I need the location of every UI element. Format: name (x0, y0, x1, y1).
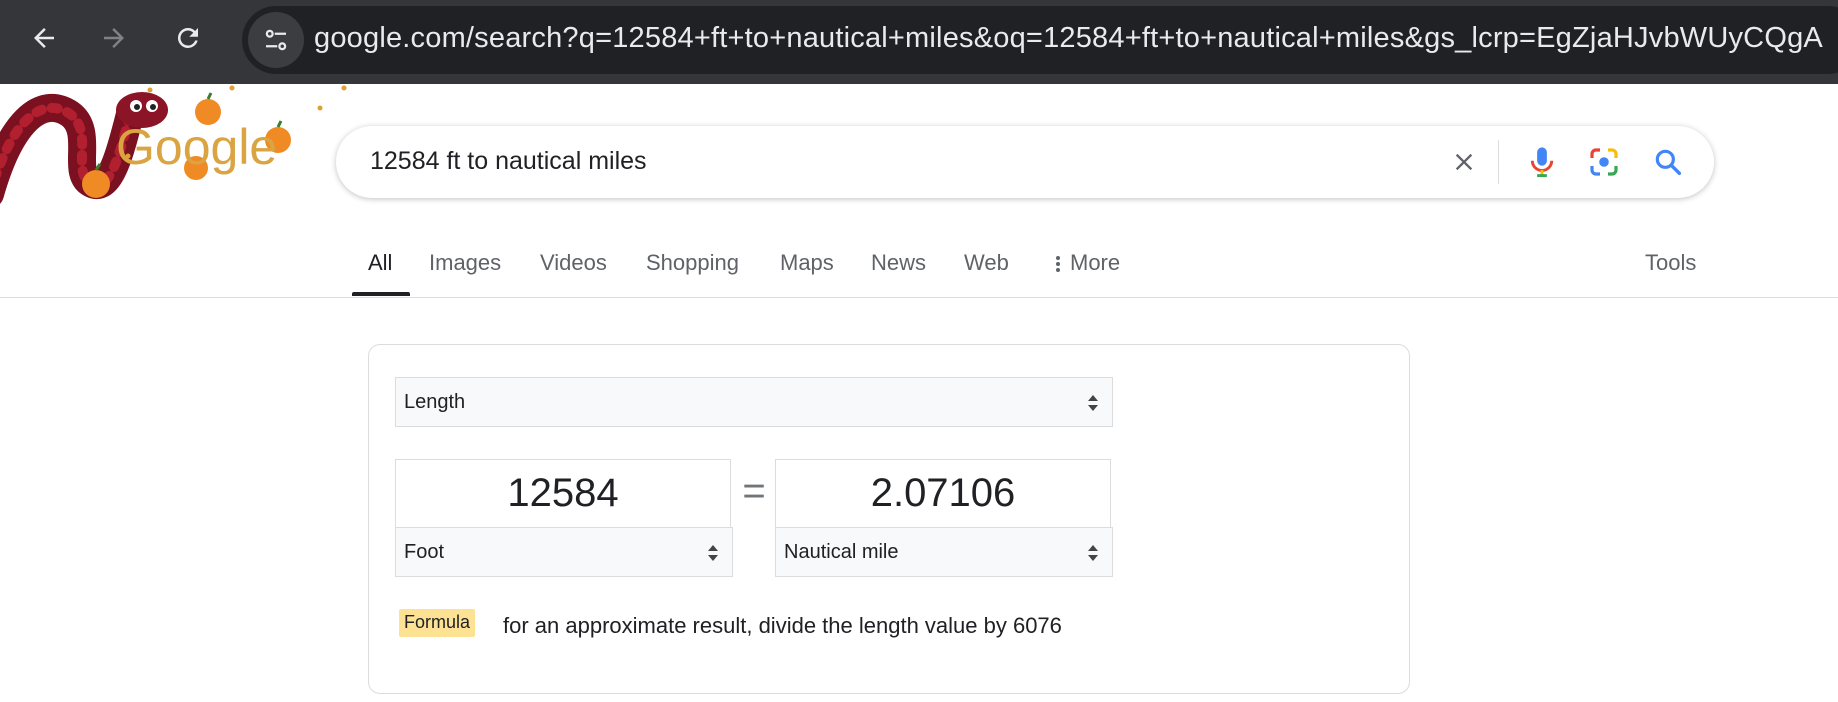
tab-maps[interactable]: Maps (780, 250, 834, 276)
from-value-input[interactable]: 12584 (395, 459, 731, 527)
reload-button[interactable] (158, 14, 218, 62)
more-vert-icon (1056, 254, 1060, 274)
url-text[interactable]: google.com/search?q=12584+ft+to+nautical… (314, 22, 1823, 55)
forward-button[interactable] (84, 14, 144, 62)
select-arrows-icon (1088, 545, 1098, 561)
from-unit-select[interactable]: Foot (395, 527, 733, 577)
active-tab-indicator (352, 292, 410, 296)
formula-badge: Formula (399, 609, 476, 637)
equals-sign: = (742, 469, 766, 513)
tab-web[interactable]: Web (964, 250, 1009, 276)
search-button[interactable] (1644, 138, 1692, 186)
to-unit-select[interactable]: Nautical mile (775, 527, 1113, 577)
reload-icon (177, 27, 198, 48)
arrow-left-icon (34, 28, 54, 48)
arrow-right-icon (104, 28, 124, 48)
select-arrows-icon (708, 545, 718, 561)
search-divider (1498, 140, 1499, 184)
tab-all[interactable]: All (368, 250, 392, 276)
quantity-select[interactable]: Length (395, 377, 1113, 427)
to-unit-select-value: Nautical mile (784, 541, 899, 563)
mic-icon (1530, 147, 1554, 178)
address-bar[interactable]: google.com/search?q=12584+ft+to+nautical… (242, 6, 1838, 74)
tab-more[interactable]: More (1056, 250, 1120, 276)
google-wordmark: Google (116, 119, 277, 175)
lens-search-button[interactable] (1580, 138, 1628, 186)
tab-more-label: More (1070, 250, 1121, 275)
voice-search-button[interactable] (1518, 138, 1566, 186)
tab-shopping[interactable]: Shopping (646, 250, 739, 276)
tab-videos[interactable]: Videos (540, 250, 607, 276)
back-button[interactable] (14, 14, 74, 62)
search-input[interactable]: 12584 ft to nautical miles (370, 147, 647, 176)
tools-button[interactable]: Tools (1645, 250, 1696, 276)
close-icon (1455, 153, 1473, 171)
select-arrows-icon (1088, 395, 1098, 411)
formula-text: for an approximate result, divide the le… (503, 613, 1062, 638)
search-tabs: All Images Videos Shopping Maps News Web… (0, 240, 1838, 298)
from-unit-select-value: Foot (404, 541, 445, 563)
clear-search-button[interactable] (1440, 138, 1488, 186)
lens-icon (1590, 148, 1618, 176)
google-doodle-logo[interactable]: Google (0, 84, 350, 214)
unit-converter-card: Length 12584 = 2.07106 Foot Nautical mil… (368, 344, 1410, 694)
to-value-input[interactable]: 2.07106 (775, 459, 1111, 527)
site-info-button[interactable] (248, 12, 304, 68)
tab-news[interactable]: News (871, 250, 926, 276)
search-icon (1655, 149, 1682, 176)
tune-icon (265, 29, 287, 51)
browser-toolbar: google.com/search?q=12584+ft+to+nautical… (0, 0, 1838, 84)
search-box[interactable]: 12584 ft to nautical miles (336, 126, 1714, 198)
tab-images[interactable]: Images (429, 250, 501, 276)
quantity-select-value: Length (404, 391, 466, 413)
